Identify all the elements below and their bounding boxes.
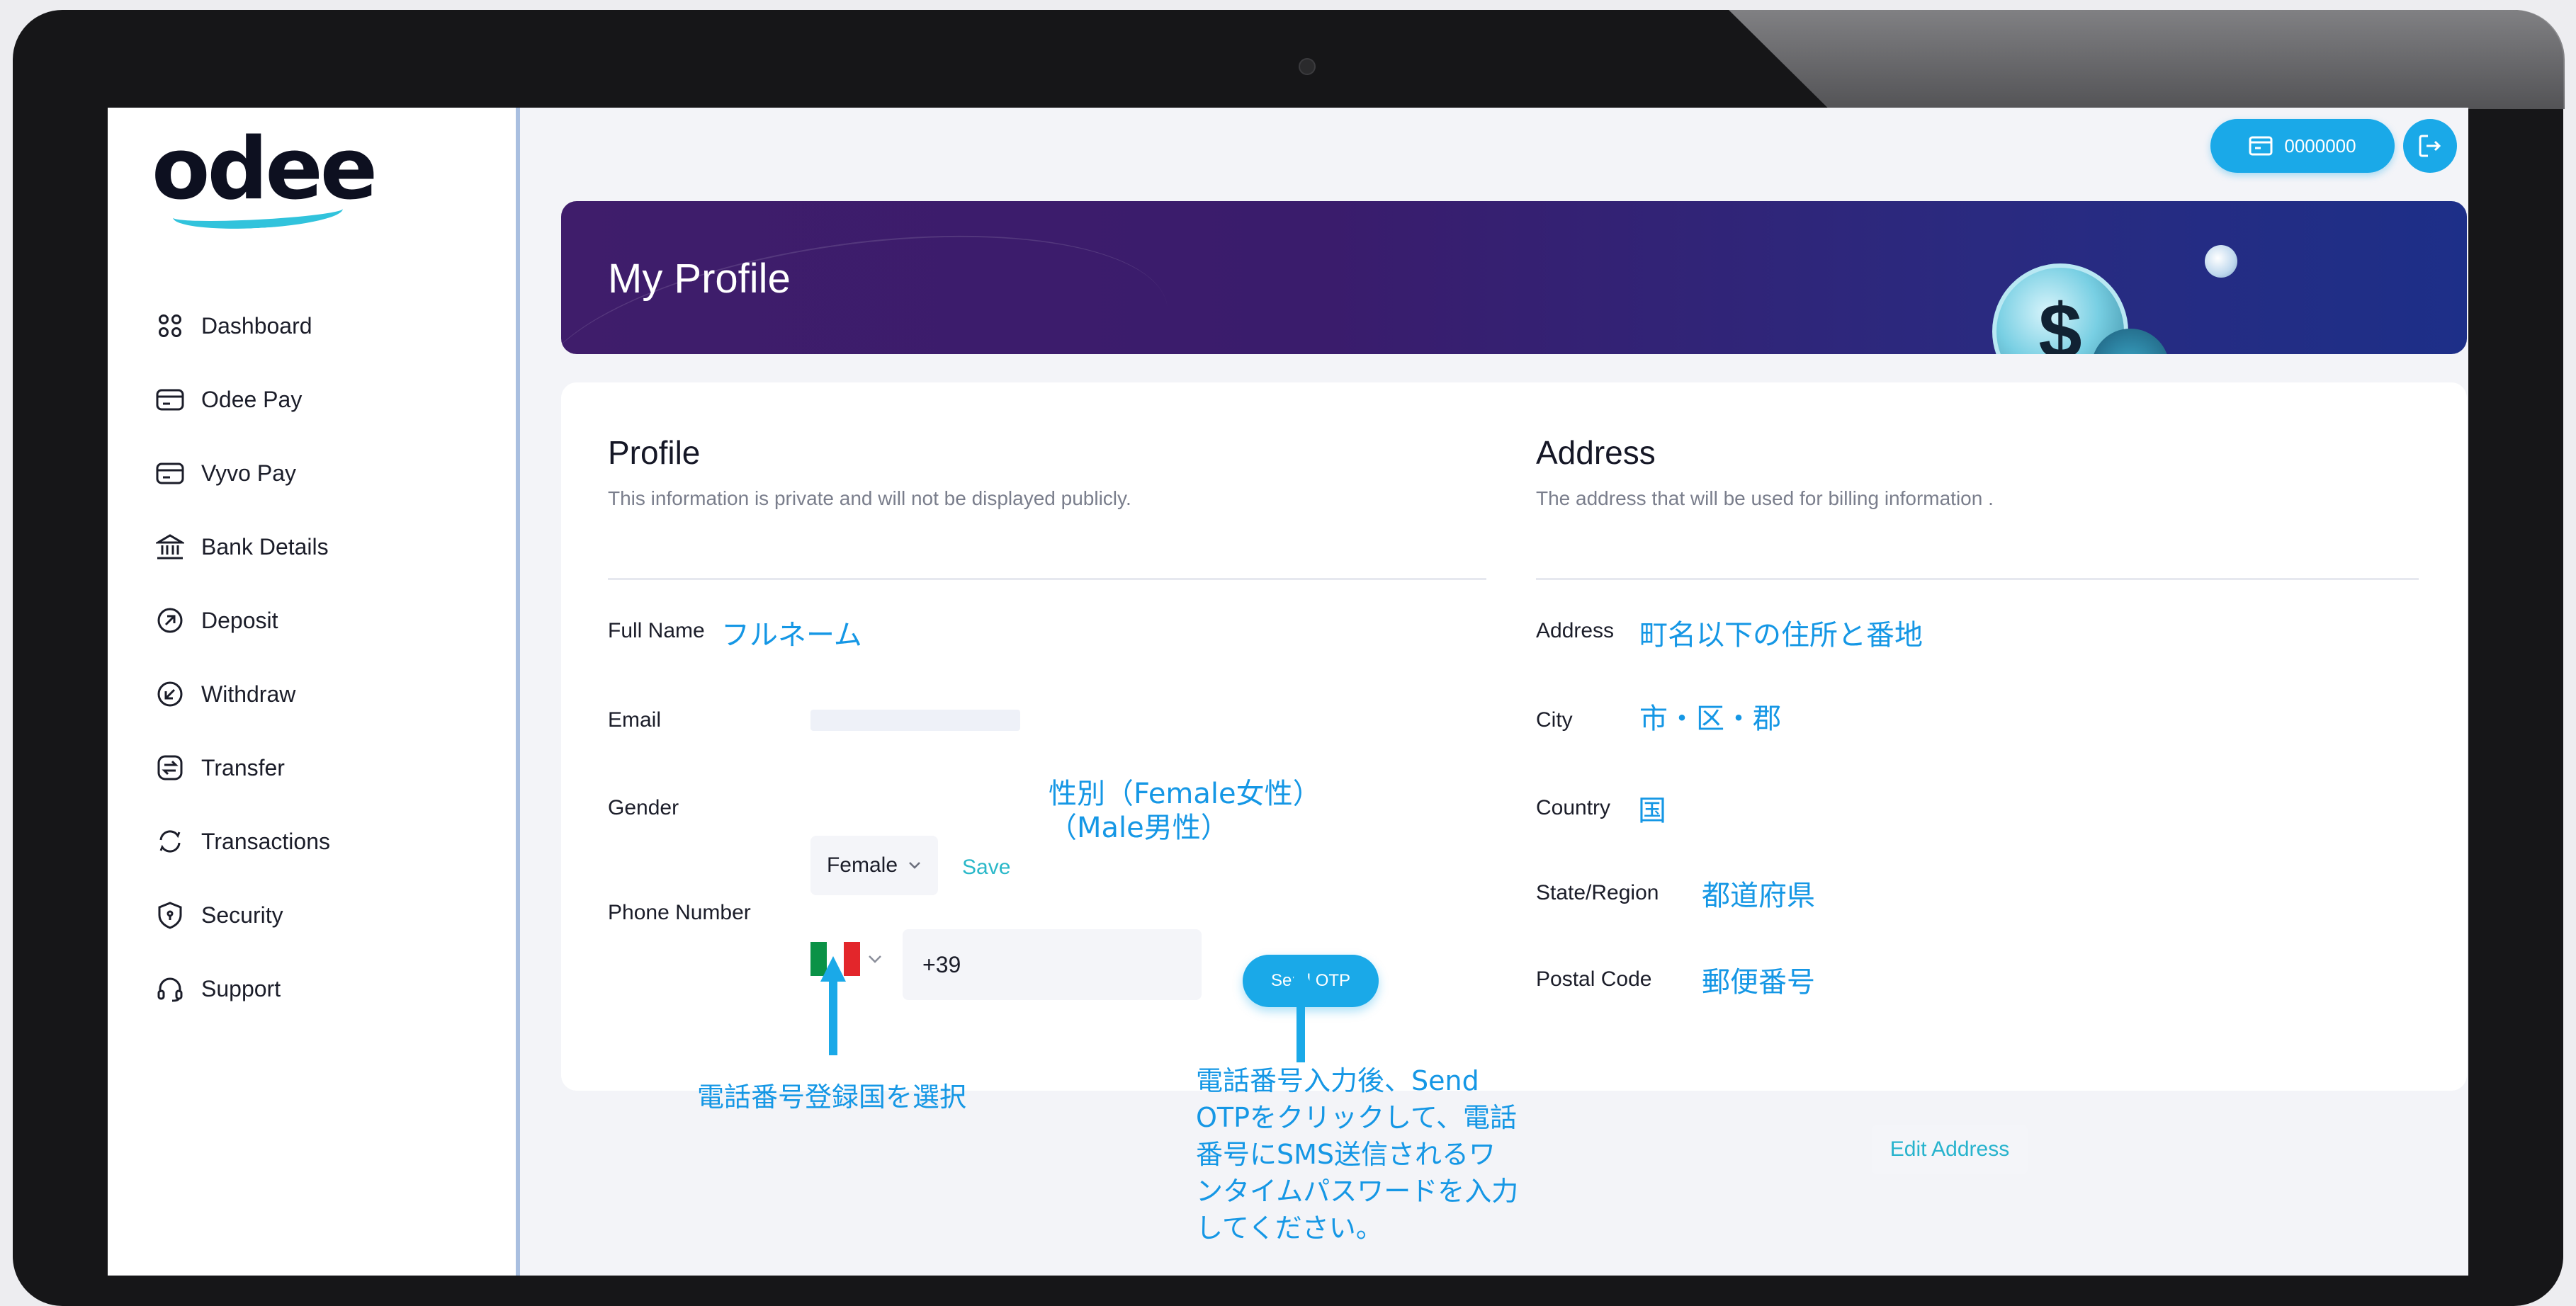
otp-annotation-line: OTPをクリックして、電話	[1196, 1102, 1517, 1133]
page-title: My Profile	[608, 256, 791, 302]
email-value	[810, 710, 1020, 731]
sidebar-item-label: Deposit	[201, 607, 278, 633]
arrow-up-icon	[1288, 963, 1314, 1062]
full-name-annotation: フルネーム	[721, 619, 862, 652]
full-name-label: Full Name	[608, 619, 705, 642]
email-label: Email	[608, 708, 662, 732]
otp-annotation-line: 番号にSMS送信されるワ	[1196, 1139, 1496, 1170]
sidebar-item-transactions[interactable]: Transactions	[154, 805, 480, 878]
city-label: City	[1536, 708, 1573, 732]
grid-icon	[154, 310, 186, 341]
sidebar-item-dashboard[interactable]: Dashboard	[154, 289, 480, 363]
address-annotation: 町名以下の住所と番地	[1639, 619, 1923, 652]
country-label: Country	[1536, 796, 1611, 819]
sidebar-item-vyvo-pay[interactable]: Vyvo Pay	[154, 436, 480, 510]
sidebar-item-label: Odee Pay	[201, 386, 303, 412]
profile-banner: My Profile $	[561, 201, 2467, 354]
otp-annotation-line: ンタイムパスワードを入力	[1196, 1176, 1519, 1207]
sidebar-item-bank-details[interactable]: Bank Details	[154, 510, 480, 584]
sidebar-item-label: Withdraw	[201, 681, 296, 707]
gender-select-value: Female	[826, 853, 898, 877]
city-annotation: 市・区・郡	[1639, 703, 1781, 735]
arrow-down-circle-icon	[154, 678, 186, 710]
state-label: State/Region	[1536, 881, 1659, 904]
profile-divider	[608, 578, 1486, 580]
sidebar: odee Dashboard Odee Pay Vyvo Pay Bank De…	[108, 108, 520, 1276]
state-annotation: 都道府県	[1702, 880, 1815, 912]
sidebar-item-label: Security	[201, 902, 283, 928]
sidebar-item-label: Support	[201, 975, 281, 1001]
profile-section-subtitle: This information is private and will not…	[608, 487, 1131, 509]
chevron-down-icon	[909, 862, 920, 869]
sidebar-item-odee-pay[interactable]: Odee Pay	[154, 363, 480, 436]
phone-number-input[interactable]: +39	[903, 929, 1202, 1000]
wallet-balance-value: 0000000	[2284, 135, 2356, 157]
sidebar-item-label: Vyvo Pay	[201, 460, 296, 486]
sidebar-item-transfer[interactable]: Transfer	[154, 731, 480, 805]
sidebar-item-deposit[interactable]: Deposit	[154, 584, 480, 657]
app-screen: odee Dashboard Odee Pay Vyvo Pay Bank De…	[108, 108, 2468, 1276]
wallet-icon	[154, 384, 186, 415]
address-label: Address	[1536, 619, 1615, 642]
sidebar-item-label: Dashboard	[201, 312, 312, 339]
sidebar-item-label: Transactions	[201, 828, 330, 854]
sidebar-item-security[interactable]: Security	[154, 878, 480, 952]
flag-select-annotation: 電話番号登録国を選択	[697, 1081, 967, 1113]
sparkle-illustration	[2205, 245, 2237, 278]
bezel-glare	[1729, 10, 2565, 109]
postal-code-label: Postal Code	[1536, 967, 1652, 991]
gender-annotation-male: （Male男性）	[1049, 812, 1229, 844]
bank-icon	[154, 531, 186, 562]
save-gender-button[interactable]: Save	[962, 856, 1010, 880]
transfer-icon	[154, 752, 186, 783]
arrow-up-circle-icon	[154, 605, 186, 636]
postal-code-annotation: 郵便番号	[1702, 966, 1815, 999]
mail-icon	[2249, 136, 2273, 156]
sidebar-item-label: Bank Details	[201, 533, 329, 560]
wallet-balance-button[interactable]: 0000000	[2210, 119, 2395, 173]
logout-button[interactable]	[2403, 119, 2457, 173]
phone-label: Phone Number	[608, 901, 751, 924]
arrow-up-icon	[820, 956, 846, 1055]
sidebar-nav: Dashboard Odee Pay Vyvo Pay Bank Details…	[154, 289, 480, 1026]
address-divider	[1536, 578, 2419, 580]
sidebar-item-withdraw[interactable]: Withdraw	[154, 657, 480, 731]
otp-annotation-line: してください。	[1196, 1213, 1383, 1244]
refresh-icon	[154, 826, 186, 857]
shield-icon	[154, 899, 186, 931]
webcam	[1299, 58, 1316, 75]
sidebar-item-label: Transfer	[201, 754, 285, 780]
country-annotation: 国	[1638, 795, 1666, 827]
gender-label: Gender	[608, 796, 679, 819]
headset-icon	[154, 973, 186, 1004]
address-section-title: Address	[1536, 434, 1656, 471]
gender-select[interactable]: Female	[810, 836, 938, 895]
logout-icon	[2419, 135, 2441, 157]
phone-code-value: +39	[922, 951, 961, 977]
wallet-icon	[154, 458, 186, 489]
address-section-subtitle: The address that will be used for billin…	[1536, 487, 1994, 509]
profile-section-title: Profile	[608, 434, 701, 471]
sidebar-item-support[interactable]: Support	[154, 952, 480, 1026]
otp-annotation: 電話番号入力後、Send OTPをクリックして、電話 番号にSMS送信されるワ …	[1196, 1062, 1593, 1247]
otp-annotation-line: 電話番号入力後、Send	[1196, 1065, 1479, 1096]
edit-address-button[interactable]: Edit Address	[1872, 1125, 2028, 1174]
chevron-down-icon	[869, 955, 881, 963]
